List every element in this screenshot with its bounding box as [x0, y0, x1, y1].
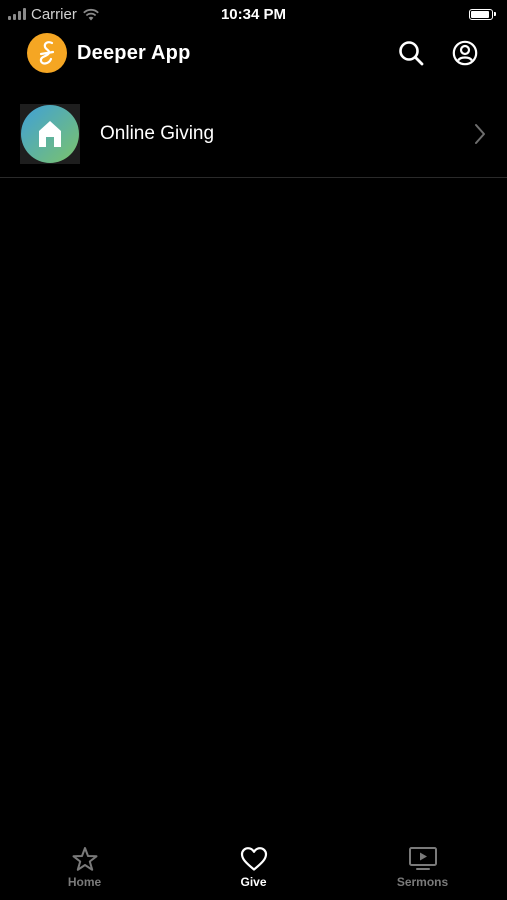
star-icon [72, 847, 97, 871]
list-item-online-giving[interactable]: Online Giving [0, 90, 507, 178]
wifi-icon [83, 8, 99, 20]
chevron-right-icon [475, 123, 485, 144]
battery-icon [469, 8, 496, 20]
status-bar: Carrier 10:34 PM [0, 0, 507, 28]
tab-home-label: Home [67, 875, 102, 889]
giving-list: Online Giving [0, 90, 507, 178]
carrier-label: Carrier [31, 5, 77, 23]
list-item-label: Online Giving [100, 122, 215, 144]
account-icon [452, 40, 478, 66]
account-button[interactable] [451, 39, 479, 67]
tab-home[interactable]: Home [0, 840, 169, 900]
online-giving-thumbnail [20, 103, 80, 164]
app-logo [27, 33, 67, 73]
home-icon [21, 104, 79, 163]
app-header: Deeper App [0, 30, 507, 76]
header-actions [397, 39, 479, 67]
signal-icon [8, 8, 26, 20]
tab-sermons[interactable]: Sermons [338, 840, 507, 900]
logo-mark-icon [39, 41, 55, 65]
tab-give-label: Give [240, 875, 267, 889]
tab-bar: Home Give Sermons [0, 840, 507, 900]
app-title: Deeper App [77, 41, 191, 64]
tab-sermons-label: Sermons [396, 875, 449, 889]
tv-play-icon [408, 847, 437, 870]
heart-icon [240, 847, 267, 871]
search-icon [399, 41, 424, 66]
status-left: Carrier [8, 6, 100, 23]
tab-give[interactable]: Give [169, 840, 338, 900]
battery-fill [471, 10, 489, 18]
app-screen: Carrier 10:34 PM Deeper App Online Givin… [0, 0, 507, 900]
search-button[interactable] [397, 39, 425, 67]
